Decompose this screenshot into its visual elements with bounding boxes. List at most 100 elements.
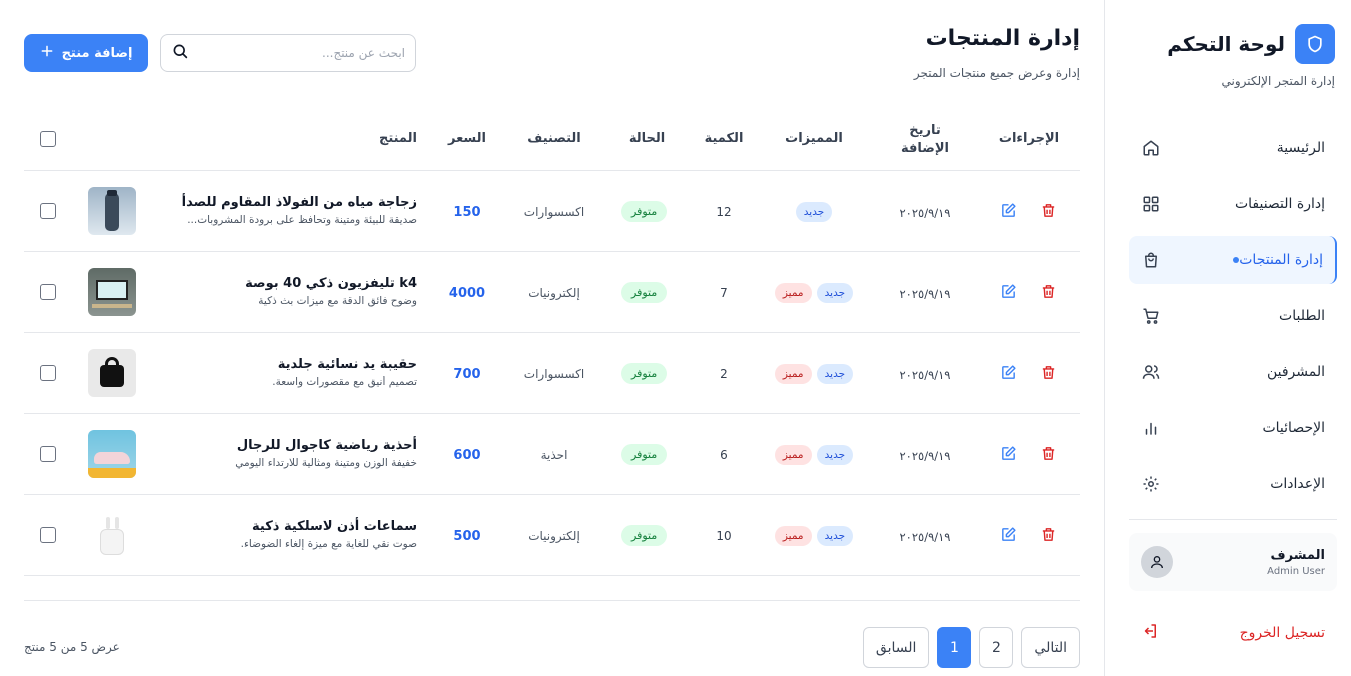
- main-content: إدارة المنتجات إدارة وعرض جميع منتجات ال…: [24, 0, 1080, 676]
- sidebar-item-label: إدارة التصنيفات: [1234, 196, 1325, 212]
- delete-icon[interactable]: [1038, 281, 1058, 301]
- page-1-button[interactable]: 1: [937, 627, 972, 668]
- row-checkbox[interactable]: [40, 527, 56, 543]
- user-card[interactable]: المشرف Admin User: [1129, 533, 1337, 591]
- product-price: 500: [453, 529, 481, 544]
- row-checkbox[interactable]: [40, 365, 56, 381]
- search-icon[interactable]: [171, 42, 189, 64]
- product-price: 600: [453, 448, 481, 463]
- select-all-checkbox[interactable]: [40, 131, 56, 147]
- home-icon: [1141, 138, 1161, 158]
- product-category: اكسسوارات: [523, 205, 585, 219]
- product-date: ٢٠٢٥/٩/١٩: [899, 206, 951, 220]
- sidebar-item-products[interactable]: إدارة المنتجات: [1129, 236, 1337, 284]
- plus-icon: [40, 44, 54, 62]
- product-description: صديقة للبيئة ومتينة وتحافظ على برودة الم…: [187, 214, 417, 226]
- edit-icon[interactable]: [998, 362, 1018, 382]
- product-name: أحذية رياضية كاجوال للرجال: [236, 438, 417, 453]
- next-page-button[interactable]: التالي: [1021, 627, 1080, 668]
- product-qty: 10: [716, 529, 732, 543]
- edit-icon[interactable]: [998, 443, 1018, 463]
- pagination: التالي 2 1 السابق: [862, 627, 1080, 668]
- brand-subtitle: إدارة المتجر الإلكتروني: [1221, 74, 1335, 88]
- product-name: زجاجة مياه من الفولاذ المقاوم للصدأ: [181, 195, 417, 210]
- sidebar-item-label: المشرفين: [1266, 364, 1325, 380]
- header-date: تاريخ الإضافة: [890, 122, 960, 158]
- shopping-bag-icon: [1141, 250, 1161, 270]
- delete-icon[interactable]: [1038, 443, 1058, 463]
- header-category: التصنيف: [527, 131, 581, 146]
- product-category: احذية: [540, 448, 568, 462]
- product-info: k4 تليفزيون ذكي 40 بوصة وضوح فائق الدقة …: [245, 276, 417, 307]
- delete-icon[interactable]: [1038, 200, 1058, 220]
- status-badge: متوفر: [621, 525, 668, 546]
- feature-badge: جديد: [816, 445, 854, 465]
- feature-badges: جديد: [764, 200, 864, 222]
- sidebar-item-home[interactable]: الرئيسية: [1129, 124, 1337, 172]
- row-checkbox[interactable]: [40, 446, 56, 462]
- product-category: إلكترونيات: [528, 286, 580, 300]
- status-badge: متوفر: [621, 444, 668, 465]
- divider: [24, 600, 1080, 601]
- product-info: زجاجة مياه من الفولاذ المقاوم للصدأ صديق…: [182, 195, 417, 226]
- delete-icon[interactable]: [1038, 362, 1058, 382]
- header-qty: الكمية: [704, 131, 744, 146]
- sidebar-item-statistics[interactable]: الإحصائيات: [1129, 404, 1337, 452]
- product-qty: 7: [720, 286, 728, 300]
- feature-badge: مميز: [774, 283, 812, 303]
- divider: [1129, 519, 1337, 520]
- status-badge: متوفر: [621, 201, 668, 222]
- edit-icon[interactable]: [998, 200, 1018, 220]
- header-product: المنتج: [378, 131, 417, 146]
- cart-icon: [1141, 306, 1161, 326]
- sidebar-item-label: الرئيسية: [1276, 140, 1325, 156]
- sidebar-item-admins[interactable]: المشرفين: [1129, 348, 1337, 396]
- table-row: k4 تليفزيون ذكي 40 بوصة وضوح فائق الدقة …: [24, 252, 1080, 333]
- feature-badge: مميز: [774, 364, 812, 384]
- search-box: [160, 34, 416, 72]
- brand: لوحة التحكم: [1167, 24, 1335, 64]
- product-info: أحذية رياضية كاجوال للرجال خفيفة الوزن و…: [235, 438, 417, 469]
- result-count: عرض 5 من 5 منتج: [24, 640, 120, 654]
- table-header: المنتج السعر التصنيف الحالة الكمية الممي…: [24, 108, 1080, 171]
- feature-badge: جديد: [816, 364, 854, 384]
- row-checkbox[interactable]: [40, 284, 56, 300]
- edit-icon[interactable]: [998, 281, 1018, 301]
- status-badge: متوفر: [621, 282, 668, 303]
- logout-label: تسجيل الخروج: [1239, 625, 1325, 641]
- gear-icon: [1141, 474, 1161, 494]
- bar-chart-icon: [1141, 418, 1161, 438]
- sidebar-item-settings[interactable]: الإعدادات: [1129, 460, 1337, 508]
- feature-badge: مميز: [774, 445, 812, 465]
- product-category: اكسسوارات: [523, 367, 585, 381]
- header-status: الحالة: [628, 131, 666, 146]
- feature-badge: جديد: [795, 202, 833, 222]
- users-icon: [1141, 362, 1161, 382]
- product-thumbnail: [88, 511, 136, 559]
- product-qty: 2: [720, 367, 728, 381]
- header-price: السعر: [448, 131, 486, 146]
- products-table: المنتج السعر التصنيف الحالة الكمية الممي…: [24, 108, 1080, 576]
- sidebar-item-label: إدارة المنتجات: [1239, 252, 1323, 268]
- logout-button[interactable]: تسجيل الخروج: [1129, 613, 1337, 653]
- delete-icon[interactable]: [1038, 524, 1058, 544]
- table-row: حقيبة يد نسائية جلدية تصميم أنيق مع مقصو…: [24, 333, 1080, 414]
- product-name: حقيبة يد نسائية جلدية: [277, 357, 417, 372]
- product-price: 150: [453, 205, 481, 220]
- product-thumbnail: [88, 430, 136, 478]
- search-input[interactable]: [189, 46, 405, 60]
- header-date-line1: تاريخ: [909, 123, 941, 138]
- product-description: صوت نقي للغاية مع ميزة إلغاء الضوضاء.: [240, 538, 417, 550]
- page-2-button[interactable]: 2: [979, 627, 1014, 668]
- sidebar-nav: الرئيسية إدارة التصنيفات إدارة المنتجات …: [1129, 124, 1337, 516]
- table-row: أحذية رياضية كاجوال للرجال خفيفة الوزن و…: [24, 414, 1080, 495]
- add-product-button[interactable]: إضافة منتج: [24, 34, 148, 72]
- product-info: حقيبة يد نسائية جلدية تصميم أنيق مع مقصو…: [272, 357, 417, 388]
- prev-page-button[interactable]: السابق: [862, 627, 930, 668]
- sidebar-item-orders[interactable]: الطلبات: [1129, 292, 1337, 340]
- sidebar-item-categories[interactable]: إدارة التصنيفات: [1129, 180, 1337, 228]
- product-date: ٢٠٢٥/٩/١٩: [899, 449, 951, 463]
- row-checkbox[interactable]: [40, 203, 56, 219]
- table-row: زجاجة مياه من الفولاذ المقاوم للصدأ صديق…: [24, 171, 1080, 252]
- edit-icon[interactable]: [998, 524, 1018, 544]
